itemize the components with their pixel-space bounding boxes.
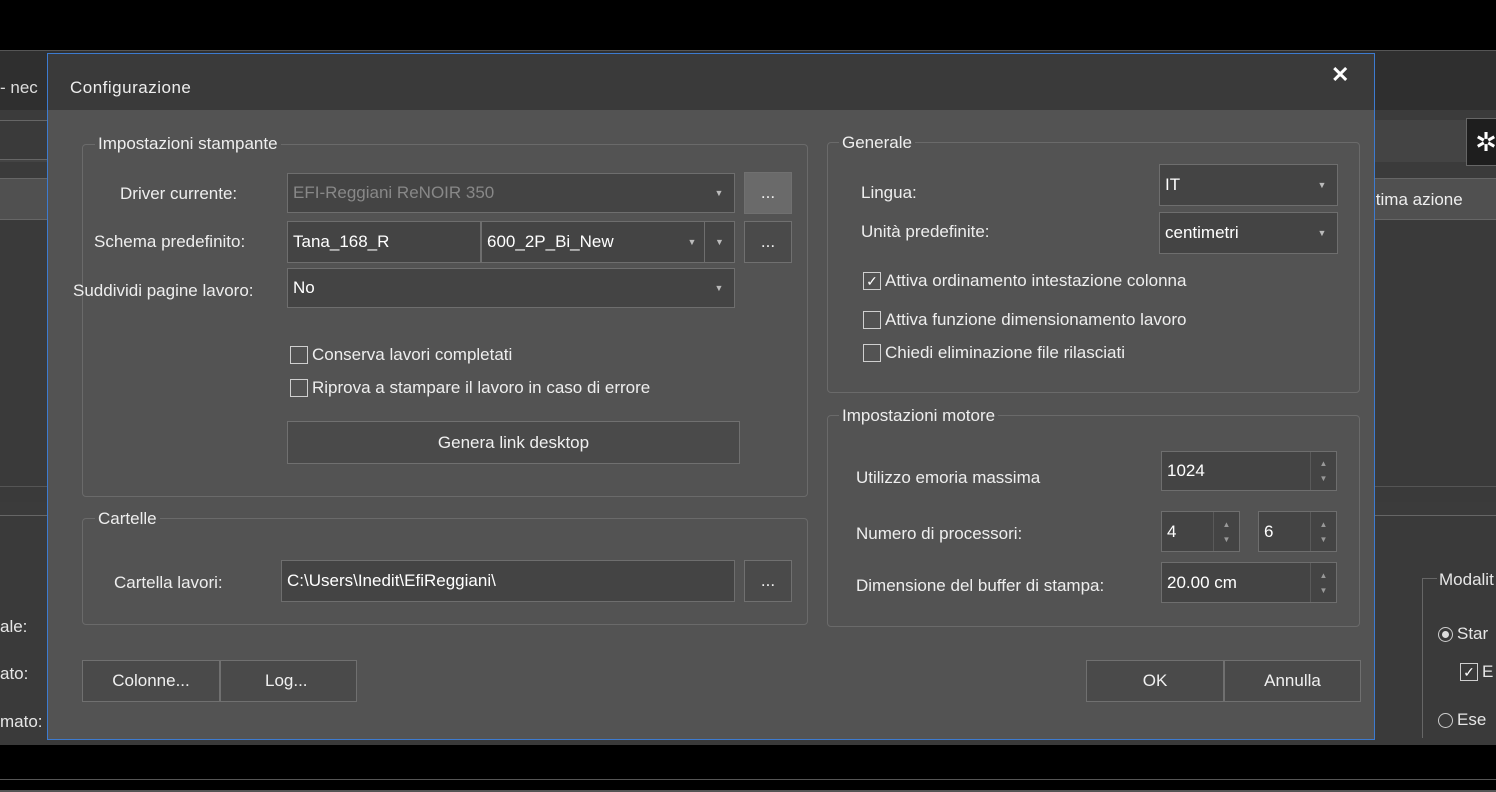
split-pages-label: Suddividi pagine lavoro: (73, 281, 254, 300)
language-select[interactable]: IT ▼ (1159, 164, 1338, 206)
background-radio-print-label: Star (1457, 624, 1489, 643)
checkbox-unchecked-icon (290, 346, 308, 364)
driver-browse-button[interactable]: ... (744, 172, 792, 214)
scheme-value-2: 600_2P_Bi_New (487, 232, 614, 251)
background-label-3: mato: (0, 712, 43, 731)
chevron-down-icon: ▼ (687, 237, 697, 247)
folders-title: Cartelle (95, 509, 160, 529)
jobs-folder-input[interactable]: C:\Users\Inedit\EfiReggiani\ (281, 560, 735, 602)
column-header-last-action[interactable]: ltima azione (1372, 190, 1463, 210)
driver-value: EFI-Reggiani ReNOIR 350 (293, 183, 495, 202)
language-value: IT (1165, 175, 1181, 194)
language-label: Lingua: (861, 183, 917, 202)
print-buffer-input[interactable]: 20.00 cm ▲ ▼ (1161, 562, 1337, 603)
chevron-down-icon: ▼ (714, 283, 724, 293)
chevron-down-icon: ▼ (714, 188, 724, 198)
checkbox-checked-icon: ✓ (1460, 663, 1478, 681)
background-checkbox-option[interactable]: ✓ E (1460, 662, 1493, 682)
spinner-arrows-icon[interactable]: ▲ ▼ (1310, 563, 1336, 602)
scheme-value-1: Tana_168_R (293, 232, 390, 251)
background-title: - nec (0, 78, 38, 97)
keep-jobs-checkbox[interactable]: Conserva lavori completati (290, 345, 512, 365)
background-label-1: ale: (0, 617, 28, 636)
units-label: Unità predefinite: (861, 222, 990, 241)
max-memory-label: Utilizzo emoria massima (856, 468, 1041, 487)
background-search-input[interactable] (0, 120, 50, 160)
column-sort-checkbox[interactable]: ✓ Attiva ordinamento intestazione colonn… (863, 271, 1186, 291)
gear-icon: ✲ (1475, 127, 1496, 157)
max-memory-value: 1024 (1167, 461, 1205, 480)
processors-label: Numero di processori: (856, 524, 1023, 543)
background-radio-print[interactable]: Star (1438, 624, 1488, 644)
background-radio-execute-label: Ese (1457, 710, 1487, 729)
ok-button[interactable]: OK (1086, 660, 1224, 702)
retry-print-checkbox[interactable]: Riprova a stampare il lavoro in caso di … (290, 378, 650, 398)
processors-value-2: 6 (1264, 521, 1274, 541)
cancel-button[interactable]: Annulla (1224, 660, 1361, 702)
printer-settings-title: Impostazioni stampante (95, 134, 281, 154)
checkbox-unchecked-icon (863, 311, 881, 329)
dialog-titlebar[interactable]: Configurazione ✕ (48, 54, 1374, 110)
background-checkbox-label: E (1482, 662, 1494, 681)
radio-unselected-icon (1438, 712, 1453, 728)
processors-value-1: 4 (1167, 521, 1177, 541)
engine-settings-title: Impostazioni motore (839, 406, 999, 426)
max-memory-input[interactable]: 1024 ▲ ▼ (1161, 451, 1337, 491)
job-sizing-checkbox[interactable]: Attiva funzione dimensionamento lavoro (863, 310, 1186, 330)
radio-selected-icon (1438, 626, 1453, 642)
split-pages-select[interactable]: No ▼ (287, 268, 735, 308)
bottom-black-band (0, 745, 1496, 792)
jobs-folder-label: Cartella lavori: (114, 573, 223, 592)
processors-input-2[interactable]: 6 ▲ ▼ (1258, 511, 1337, 552)
spinner-arrows-icon[interactable]: ▲ ▼ (1213, 512, 1239, 551)
column-sort-label: Attiva ordinamento intestazione colonna (885, 271, 1187, 290)
checkbox-unchecked-icon (290, 379, 308, 397)
background-radio-execute[interactable]: Ese (1438, 710, 1486, 730)
job-sizing-label: Attiva funzione dimensionamento lavoro (885, 310, 1187, 329)
driver-label: Driver currente: (120, 184, 238, 203)
confirm-delete-label: Chiedi eliminazione file rilasciati (885, 343, 1125, 362)
generate-desktop-link-button[interactable]: Genera link desktop (287, 421, 740, 464)
general-title: Generale (839, 133, 915, 153)
background-mode-group-title: Modalit (1437, 570, 1496, 590)
split-pages-value: No (293, 278, 315, 297)
checkbox-unchecked-icon (863, 344, 881, 362)
settings-button[interactable]: ✲ (1466, 118, 1496, 166)
jobs-folder-value: C:\Users\Inedit\EfiReggiani\ (287, 571, 496, 590)
checkbox-checked-icon: ✓ (863, 272, 881, 290)
configuration-dialog: Configurazione ✕ Impostazioni stampante … (47, 53, 1375, 740)
spinner-arrows-icon[interactable]: ▲ ▼ (1310, 512, 1336, 551)
scheme-label: Schema predefinito: (94, 232, 246, 251)
scheme-browse-button[interactable]: ... (744, 221, 792, 263)
confirm-delete-checkbox[interactable]: Chiedi eliminazione file rilasciati (863, 343, 1125, 363)
units-value: centimetri (1165, 223, 1239, 242)
chevron-down-icon: ▼ (1317, 228, 1327, 238)
processors-input-1[interactable]: 4 ▲ ▼ (1161, 511, 1240, 552)
retry-print-label: Riprova a stampare il lavoro in caso di … (312, 378, 651, 397)
scheme-select-2[interactable]: 600_2P_Bi_New ▼ ▼ (481, 221, 735, 263)
chevron-down-icon: ▼ (704, 222, 734, 262)
units-select[interactable]: centimetri ▼ (1159, 212, 1338, 254)
keep-jobs-label: Conserva lavori completati (312, 345, 513, 364)
chevron-down-icon: ▼ (1317, 180, 1327, 190)
spinner-arrows-icon[interactable]: ▲ ▼ (1310, 452, 1336, 490)
print-buffer-value: 20.00 cm (1167, 572, 1237, 592)
driver-select[interactable]: EFI-Reggiani ReNOIR 350 ▼ (287, 173, 735, 213)
close-icon[interactable]: ✕ (1331, 62, 1349, 88)
scheme-select-1[interactable]: Tana_168_R (287, 221, 481, 263)
print-buffer-label: Dimensione del buffer di stampa: (856, 576, 1105, 595)
dialog-title: Configurazione (70, 78, 192, 97)
log-button[interactable]: Log... (220, 660, 357, 702)
columns-button[interactable]: Colonne... (82, 660, 220, 702)
top-black-band (0, 0, 1496, 50)
jobs-folder-browse-button[interactable]: ... (744, 560, 792, 602)
background-label-2: ato: (0, 664, 29, 683)
